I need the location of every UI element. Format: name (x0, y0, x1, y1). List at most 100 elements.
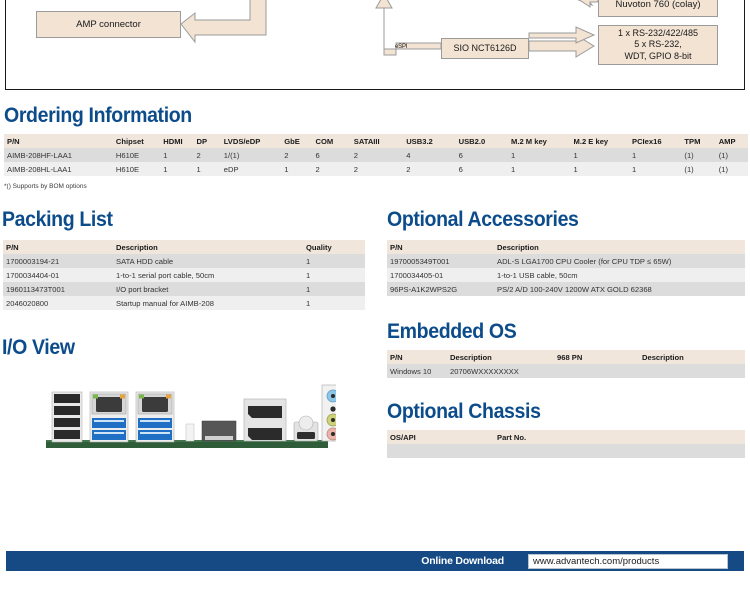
embedded-os-cell (554, 364, 639, 378)
chassis-cell (387, 444, 494, 458)
embedded-os-header-3: Description (639, 350, 745, 364)
ordering-cell: 1 (570, 148, 629, 162)
packing-cell: 1960113473T001 (3, 282, 113, 296)
ordering-header-14: AMP (715, 134, 748, 148)
diagram-block-sio: SIO NCT6126D (441, 38, 529, 59)
ordering-cell: 2 (403, 162, 456, 176)
ordering-header-8: USB3.2 (403, 134, 456, 148)
table-header-row: P/N Description (387, 240, 745, 254)
packing-cell: 1 (303, 254, 365, 268)
chassis-header-0: OS/API (387, 430, 494, 444)
accessory-header-0: P/N (387, 240, 494, 254)
io-connector-block (201, 420, 237, 442)
embedded-os-header-0: P/N (387, 350, 447, 364)
packing-cell: 1 (303, 282, 365, 296)
accessory-cell: PS/2 A/D 100-240V 1200W ATX GOLD 62368 (494, 282, 745, 296)
packing-list-title: Packing List (2, 208, 113, 231)
packing-list-table: P/N Description Quality 1700003194-21 SATA … (3, 240, 365, 310)
embedded-os-cell: Windows 10 (387, 364, 447, 378)
ordering-cell: 1 (508, 148, 571, 162)
legacy-connector (293, 415, 319, 442)
table-row (387, 444, 745, 458)
ordering-cell: 6 (455, 162, 509, 176)
table-row: 1700034405-01 1-to-1 USB cable, 50cm (387, 268, 745, 282)
optional-accessories-table: P/N Description 1970005349T001 ADL-S LGA17… (387, 240, 745, 296)
table-header-row: OS/API Part No. (387, 430, 745, 444)
ordering-cell: 1 (160, 148, 194, 162)
ordering-header-3: DP (193, 134, 221, 148)
packing-cell: 1-to-1 serial port cable, 50cm (113, 268, 303, 282)
ordering-information-table: P/N Chipset HDMI DP LVDS/eDP GbE COM SATAIII USB… (4, 134, 748, 176)
block-diagram: AMP connector SIO NCT6126D Nuvoton 760 (… (5, 0, 745, 90)
ordering-header-2: HDMI (160, 134, 194, 148)
ordering-cell: (1) (715, 148, 748, 162)
ordering-header-5: GbE (281, 134, 313, 148)
ordering-cell: 2 (281, 148, 313, 162)
packing-cell: 1700003194-21 (3, 254, 113, 268)
packing-cell: 1700034404-01 (3, 268, 113, 282)
diagram-block-serial-io: 1 x RS-232/422/485 5 x RS-232, WDT, GPIO… (598, 25, 718, 65)
table-row: Windows 10 20706WXXXXXXXX (387, 364, 745, 378)
ordering-cell: AIMB-208HL-LAA1 (4, 162, 113, 176)
audio-jack-panel (321, 384, 336, 442)
accessory-cell: 96PS-A1K2WPS2G (387, 282, 494, 296)
packing-cell: I/O port bracket (113, 282, 303, 296)
embedded-os-cell (639, 364, 745, 378)
ordering-information-footnote: *() Supports by BOM options (4, 183, 87, 190)
ordering-cell: 1 (629, 148, 682, 162)
ordering-cell: AIMB-208HF-LAA1 (4, 148, 113, 162)
packing-cell: 1 (303, 268, 365, 282)
optional-chassis-table: OS/API Part No. (387, 430, 745, 458)
table-row: 2046020800 Startup manual for AIMB-208 1 (3, 296, 365, 310)
table-row: 1960113473T001 I/O port bracket 1 (3, 282, 365, 296)
ordering-cell: 1 (570, 162, 629, 176)
usb-stack-left (51, 391, 83, 443)
diagram-bus-label-espi: eSPI (395, 44, 408, 50)
accessory-cell: 1-to-1 USB cable, 50cm (494, 268, 745, 282)
ordering-cell: 1 (193, 162, 221, 176)
diagram-block-serial-io-text: 1 x RS-232/422/485 5 x RS-232, WDT, GPIO… (617, 28, 699, 61)
footer-online-download-label: Online Download (421, 555, 504, 567)
ordering-header-13: TPM (681, 134, 716, 148)
io-post (185, 423, 195, 442)
ordering-header-11: M.2 E key (570, 134, 629, 148)
packing-header-0: P/N (3, 240, 113, 254)
ordering-cell: eDP (220, 162, 282, 176)
table-row: AIMB-208HL-LAA1 H610E 1 1 eDP 1 2 2 2 6 1 1 1 (1) (1) (4, 162, 748, 176)
ordering-cell: 1 (160, 162, 194, 176)
ordering-header-1: Chipset (112, 134, 161, 148)
ordering-header-10: M.2 M key (508, 134, 571, 148)
table-header-row: P/N Description Quality (3, 240, 365, 254)
optional-accessories-title: Optional Accessories (387, 208, 579, 231)
ordering-header-12: PCIex16 (629, 134, 682, 148)
packing-header-1: Description (113, 240, 303, 254)
ordering-cell: H610E (112, 148, 161, 162)
chassis-header-1: Part No. (494, 430, 745, 444)
packing-header-2: Quality (303, 240, 365, 254)
footer-url-text[interactable]: www.advantech.com/products (533, 556, 659, 567)
lan-usb-stack-1 (89, 391, 129, 443)
ordering-cell: 4 (403, 148, 456, 162)
table-header-row: P/N Description 968 PN Description (387, 350, 745, 364)
table-row: 96PS-A1K2WPS2G PS/2 A/D 100-240V 1200W AT… (387, 282, 745, 296)
ordering-header-4: LVDS/eDP (220, 134, 282, 148)
embedded-os-cell: 20706WXXXXXXXX (447, 364, 554, 378)
diagram-block-amp-connector: AMP connector (36, 11, 181, 38)
table-row: 1700034404-01 1-to-1 serial port cable, 5… (3, 268, 365, 282)
embedded-os-table: P/N Description 968 PN Description Windows … (387, 350, 745, 378)
ordering-cell: 1 (508, 162, 571, 176)
accessory-header-1: Description (494, 240, 745, 254)
embedded-os-title: Embedded OS (387, 320, 517, 343)
optional-chassis-title: Optional Chassis (387, 400, 541, 423)
table-row: 1700003194-21 SATA HDD cable 1 (3, 254, 365, 268)
ordering-header-9: USB2.0 (455, 134, 509, 148)
ordering-cell: (1) (681, 162, 716, 176)
ordering-header-0: P/N (4, 134, 113, 148)
table-row: AIMB-208HF-LAA1 H610E 1 2 1/(1) 2 6 2 4 6 1 1 1 (1) (1… (4, 148, 748, 162)
ordering-cell: 6 (312, 148, 351, 162)
io-view-title: I/O View (2, 336, 75, 359)
ordering-cell: 1 (629, 162, 682, 176)
ordering-cell: H610E (112, 162, 161, 176)
displayport-stack (243, 398, 287, 442)
ordering-cell: 2 (350, 162, 404, 176)
